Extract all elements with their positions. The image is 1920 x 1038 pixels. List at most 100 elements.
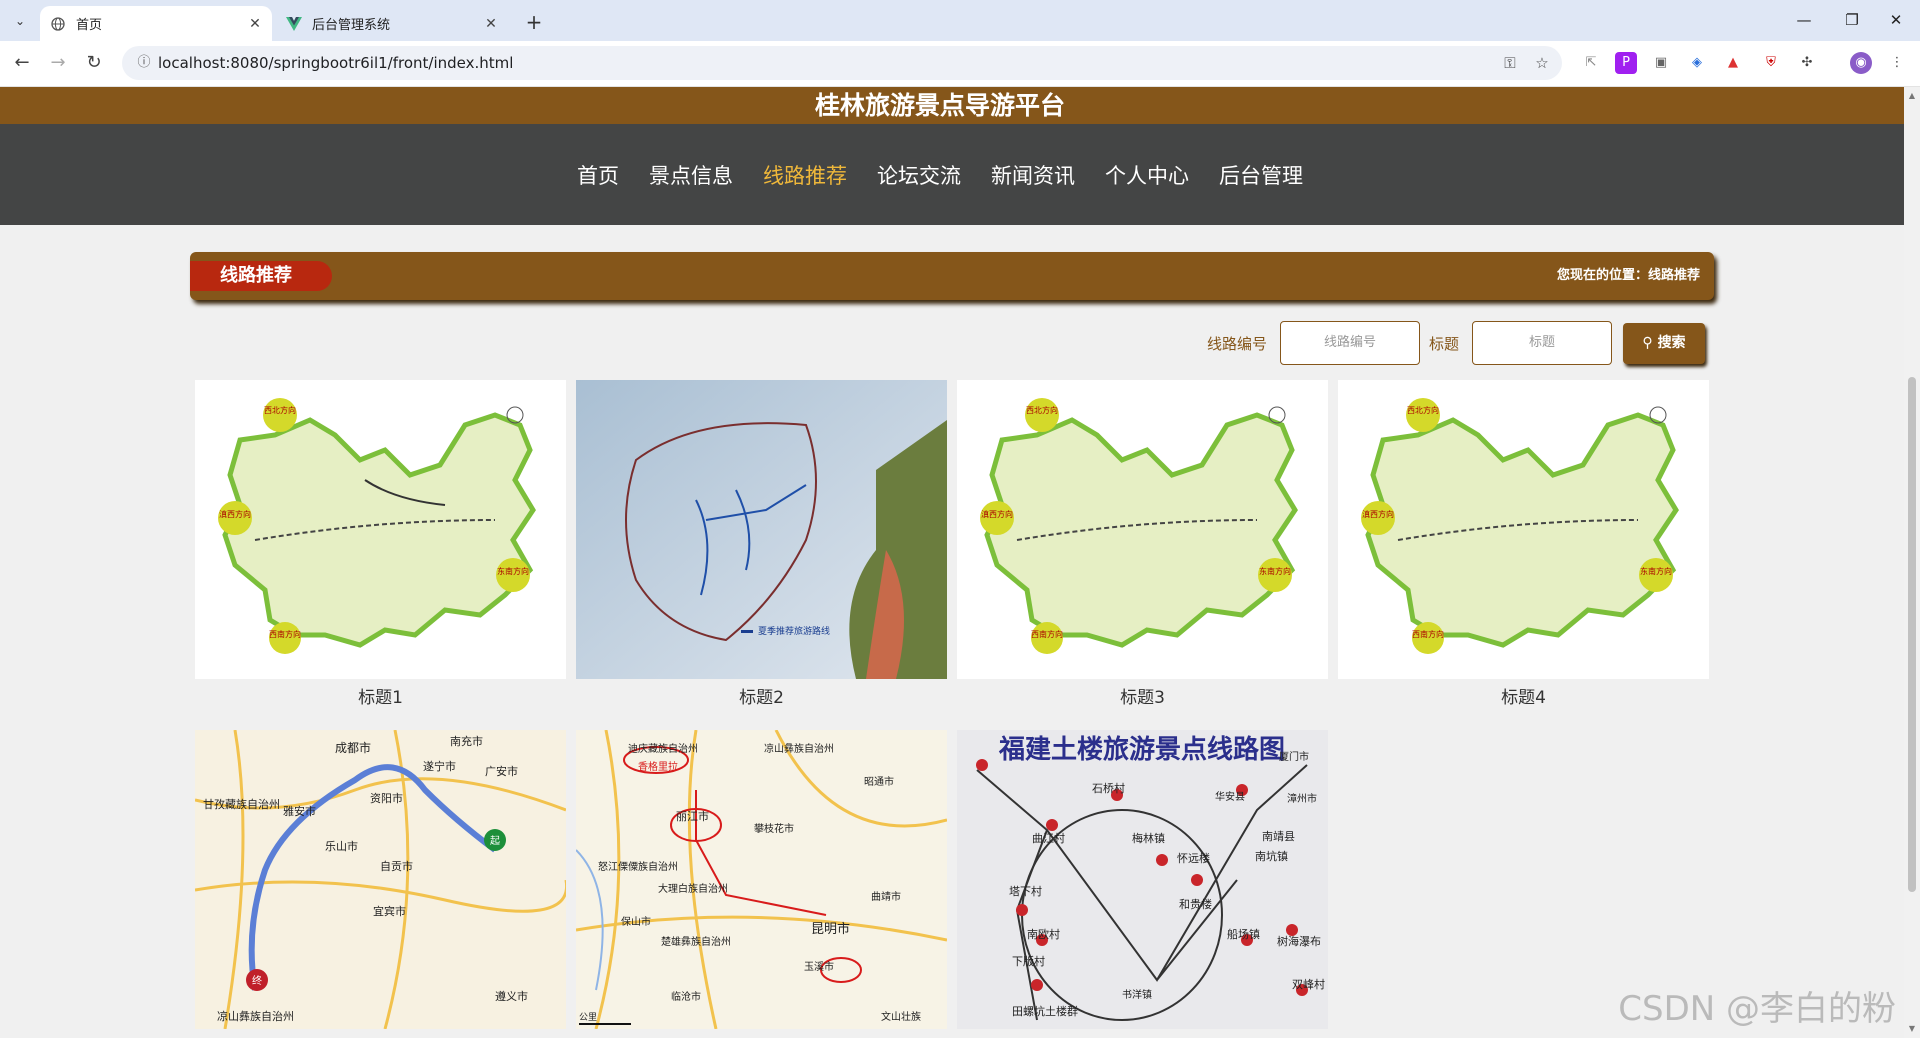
route-card[interactable]: 福建土楼旅游景点线路图 石桥村 曲江村 塔下村 南欧村 下版村 田螺坑土楼群 书… [957, 730, 1328, 1038]
route-card[interactable]: 西北方向 滇西方向 东南方向 西南方向 标题1 [195, 380, 566, 717]
map-label: 楚雄彝族自治州 [661, 935, 731, 948]
map-title: 福建土楼旅游景点线路图 [998, 734, 1285, 765]
route-thumbnail[interactable]: 迪庆藏族自治州 香格里拉 丽江市 怒江傈僳族自治州 大理白族自治州 凉山彝族自治… [576, 730, 947, 1029]
map-label: 遵义市 [495, 989, 528, 1003]
route-thumbnail[interactable]: 福建土楼旅游景点线路图 石桥村 曲江村 塔下村 南欧村 下版村 田螺坑土楼群 书… [957, 730, 1328, 1029]
reload-icon[interactable]: ↻ [80, 49, 108, 77]
map-label: 南靖县 [1262, 830, 1295, 843]
scroll-up-icon[interactable]: ▲ [1907, 91, 1917, 101]
route-thumbnail[interactable]: 西北方向 滇西方向 东南方向 西南方向 [1338, 380, 1709, 679]
restore-icon[interactable]: ❐ [1828, 0, 1876, 41]
search-button[interactable]: ⚲ 搜索 [1623, 323, 1705, 364]
address-bar[interactable]: ⓘ localhost:8080/springbootr6il1/front/i… [122, 46, 1562, 80]
map-label: 甘孜藏族自治州 [203, 797, 280, 811]
tab-search-button[interactable]: ⌄ [8, 9, 32, 33]
nav-link[interactable]: 线路推荐 [748, 160, 862, 190]
map-legend: 夏季推荐旅游路线 [758, 625, 830, 637]
nav-link[interactable]: 景点信息 [634, 160, 748, 190]
site-info-icon[interactable]: ⓘ [134, 53, 154, 73]
map-label: 文山壮族 [881, 1010, 921, 1023]
extension-cursor-icon[interactable]: ⇱ [1580, 52, 1602, 74]
profile-avatar[interactable]: ◉ [1850, 52, 1872, 74]
browser-tab-home[interactable]: 首页 ✕ [40, 6, 272, 41]
map-label: 广安市 [485, 764, 518, 778]
map-label: 凉山彝族自治州 [217, 1009, 294, 1023]
star-icon[interactable]: ☆ [1530, 51, 1554, 75]
map-label: 华安县 [1215, 790, 1245, 803]
window-close-icon[interactable]: ✕ [1872, 0, 1920, 41]
extensions-puzzle-icon[interactable]: ✣ [1796, 52, 1818, 74]
map-label: 田螺坑土楼群 [1012, 1004, 1078, 1018]
browser-tab-admin[interactable]: 后台管理系统 ✕ [276, 6, 508, 41]
title-input[interactable]: 标题 [1472, 321, 1612, 365]
route-thumbnail[interactable]: 起 终 成都市 南充市 甘孜藏族自治州 雅安市 资阳市 遂宁市 广安市 乐山市 … [195, 730, 566, 1029]
route-card[interactable]: 迪庆藏族自治州 香格里拉 丽江市 怒江傈僳族自治州 大理白族自治州 凉山彝族自治… [576, 730, 947, 1038]
route-title[interactable] [195, 1029, 566, 1038]
forward-arrow-icon[interactable]: → [44, 49, 72, 77]
route-title[interactable] [576, 1029, 947, 1038]
route-title[interactable]: 标题3 [957, 679, 1328, 717]
route-card[interactable]: 夏季推荐旅游路线 标题2 [576, 380, 947, 717]
vue-logo-icon [286, 16, 302, 32]
nav-link[interactable]: 个人中心 [1090, 160, 1204, 190]
map-label: 树海瀑布 [1277, 934, 1321, 948]
map-label: 宜宾市 [373, 904, 406, 918]
map-label: 怀远楼 [1177, 851, 1210, 865]
section-heading: 线路推荐 [190, 261, 332, 291]
route-title[interactable]: 标题2 [576, 679, 947, 717]
minimize-icon[interactable]: — [1780, 0, 1828, 41]
map-label: 遂宁市 [423, 759, 456, 773]
route-card[interactable]: 西北方向 滇西方向 东南方向 西南方向 标题3 [957, 380, 1328, 717]
search-form: 线路编号 线路编号 标题 标题 ⚲ 搜索 [0, 319, 1904, 369]
back-arrow-icon[interactable]: ← [8, 49, 36, 77]
page-scrollbar[interactable]: ▲ ▼ [1904, 87, 1920, 1038]
route-title[interactable] [957, 1029, 1328, 1038]
title-label: 标题 [1429, 335, 1460, 353]
route-title[interactable]: 标题4 [1338, 679, 1709, 717]
close-icon[interactable]: ✕ [244, 16, 266, 32]
nav-link[interactable]: 论坛交流 [862, 160, 976, 190]
map-label: 厦门市 [1279, 750, 1309, 763]
map-label: 乐山市 [325, 839, 358, 853]
route-thumbnail[interactable]: 夏季推荐旅游路线 [576, 380, 947, 679]
key-icon[interactable]: ⚿ [1498, 51, 1522, 75]
map-label: 公里 [579, 1012, 597, 1023]
globe-icon [50, 16, 66, 32]
search-icon: ⚲ [1642, 335, 1653, 351]
route-code-label: 线路编号 [1207, 335, 1268, 353]
map-label: 滇西方向 [1362, 509, 1394, 519]
site-header: 桂林旅游景点导游平台 [0, 87, 1904, 124]
scroll-down-icon[interactable]: ▼ [1907, 1024, 1917, 1034]
map-label: 滇西方向 [219, 509, 251, 519]
close-icon[interactable]: ✕ [480, 16, 502, 32]
route-title[interactable]: 标题1 [195, 679, 566, 717]
map-label: 丽江市 [676, 809, 709, 823]
map-label: 西北方向 [264, 405, 296, 415]
map-label: 南坑镇 [1255, 849, 1288, 863]
url-text[interactable]: localhost:8080/springbootr6il1/front/ind… [158, 46, 513, 80]
map-label: 南欧村 [1027, 927, 1060, 941]
extension-gamepad-icon[interactable]: ▣ [1650, 52, 1672, 74]
nav-link[interactable]: 后台管理 [1204, 160, 1318, 190]
menu-kebab-icon[interactable]: ⋮ [1886, 52, 1908, 74]
extension-red-icon[interactable]: ▲ [1722, 52, 1744, 74]
map-label: 保山市 [621, 915, 651, 928]
extension-shield-icon[interactable]: ⛨ [1760, 52, 1782, 74]
map-label: 曲靖市 [871, 890, 901, 903]
search-button-label: 搜索 [1657, 335, 1686, 351]
nav-link[interactable]: 新闻资讯 [976, 160, 1090, 190]
route-card[interactable]: 起 终 成都市 南充市 甘孜藏族自治州 雅安市 资阳市 遂宁市 广安市 乐山市 … [195, 730, 566, 1038]
map-label: 攀枝花市 [754, 822, 794, 835]
map-label: 怒江傈僳族自治州 [598, 860, 678, 873]
scrollbar-thumb[interactable] [1908, 377, 1916, 892]
route-thumbnail[interactable]: 西北方向 滇西方向 东南方向 西南方向 [957, 380, 1328, 679]
map-label: 迪庆藏族自治州 [628, 742, 698, 755]
route-thumbnail[interactable]: 西北方向 滇西方向 东南方向 西南方向 [195, 380, 566, 679]
nav-link[interactable]: 首页 [562, 160, 634, 190]
extension-purple-icon[interactable]: P [1615, 52, 1637, 74]
route-card[interactable]: 西北方向 滇西方向 东南方向 西南方向 标题4 [1338, 380, 1709, 717]
map-label: 自贡市 [380, 859, 413, 873]
extension-layers-icon[interactable]: ◈ [1686, 52, 1708, 74]
route-code-input[interactable]: 线路编号 [1280, 321, 1420, 365]
new-tab-button[interactable]: + [520, 8, 548, 36]
